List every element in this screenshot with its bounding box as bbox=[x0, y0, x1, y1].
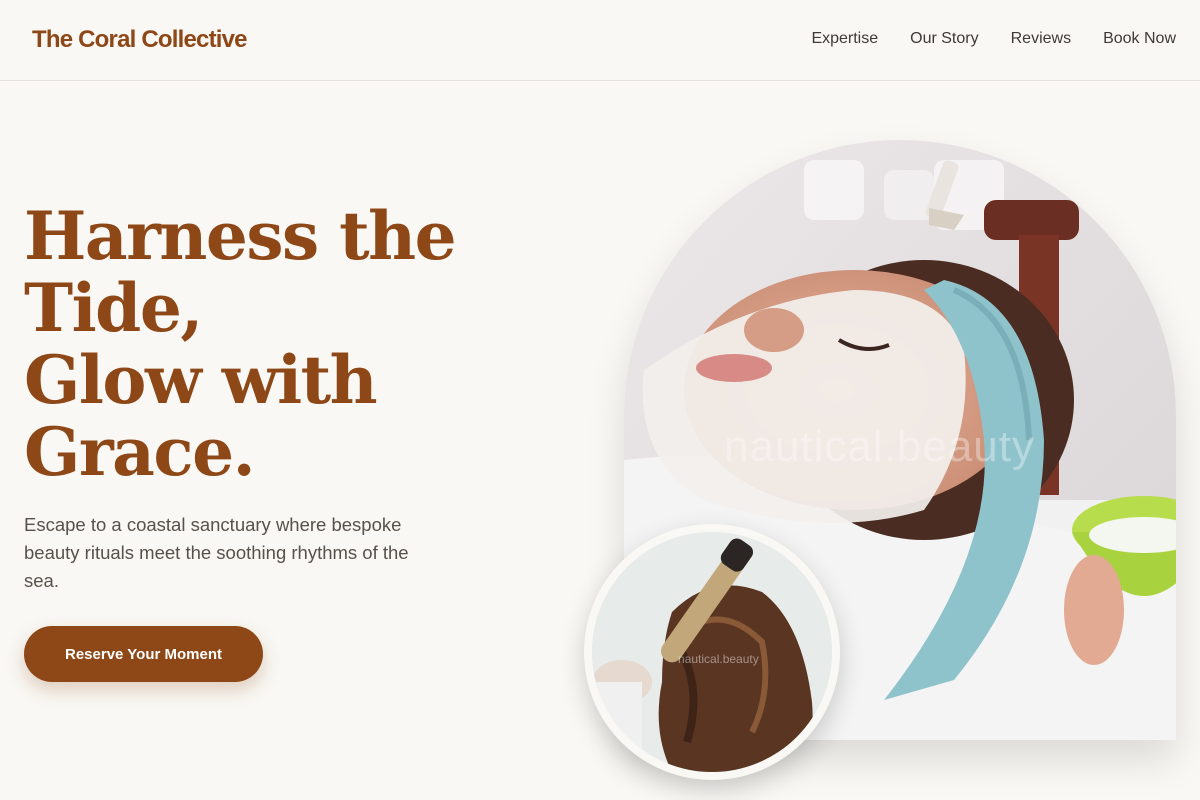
nav-link-reviews[interactable]: Reviews bbox=[1011, 30, 1071, 48]
main-nav: Expertise Our Story Reviews Book Now bbox=[811, 30, 1176, 48]
headline-line: Harness the bbox=[24, 197, 457, 275]
headline-line: Glow with bbox=[24, 341, 378, 419]
nav-link-book-now[interactable]: Book Now bbox=[1103, 30, 1176, 48]
headline-line: Tide, bbox=[24, 269, 203, 347]
nav-link-expertise[interactable]: Expertise bbox=[811, 30, 878, 48]
reserve-button[interactable]: Reserve Your Moment bbox=[24, 626, 263, 682]
brand-logo[interactable]: The Coral Collective bbox=[32, 26, 248, 54]
image-watermark-small: nautical.beauty bbox=[678, 652, 759, 666]
image-watermark: nautical.beauty bbox=[724, 422, 1035, 471]
headline-line: Grace. bbox=[24, 413, 256, 491]
nav-link-our-story[interactable]: Our Story bbox=[910, 30, 978, 48]
hair-styling-image: nautical.beauty bbox=[584, 524, 840, 780]
site-header: The Coral Collective Expertise Our Story… bbox=[0, 0, 1200, 81]
hero-subcopy: Escape to a coastal sanctuary where besp… bbox=[24, 514, 409, 591]
hero-headline: Harness the Tide, Glow with Grace. bbox=[24, 200, 524, 488]
